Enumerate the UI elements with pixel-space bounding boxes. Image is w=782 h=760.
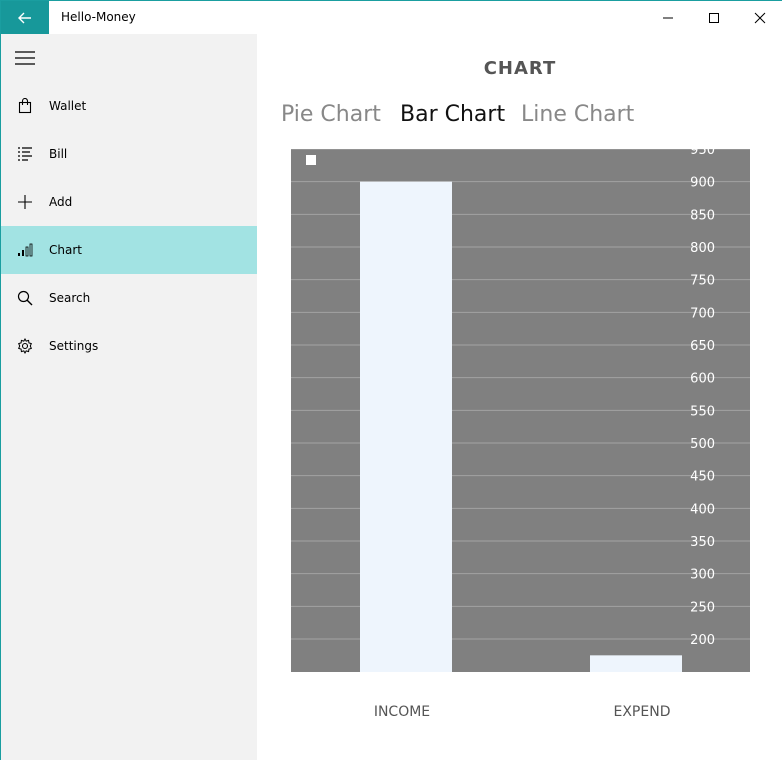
sidebar-item-label: Wallet xyxy=(49,99,87,113)
sidebar-item-settings[interactable]: Settings xyxy=(1,322,257,370)
app-window: Hello-Money Wallet Bill Add Chart Search… xyxy=(0,0,782,760)
hamburger-icon xyxy=(15,51,35,65)
y-tick-label: 500 xyxy=(690,437,715,452)
sidebar-item-chart[interactable]: Chart xyxy=(1,226,257,274)
y-tick-label: 700 xyxy=(690,306,715,321)
plus-icon xyxy=(1,178,49,226)
y-tick-label: 250 xyxy=(690,600,715,615)
back-button[interactable] xyxy=(1,1,49,34)
bar-chart-plot: 950 900 850 800 750 700 650 600 550 500 450 400 350 3… xyxy=(291,149,750,672)
app-title: Hello-Money xyxy=(61,10,136,24)
tab-line-chart[interactable]: Line Chart xyxy=(521,102,634,127)
sidebar-item-label: Settings xyxy=(49,339,99,353)
y-tick-label: 900 xyxy=(690,176,715,191)
close-button[interactable] xyxy=(737,1,782,34)
y-tick-label: 400 xyxy=(690,502,715,517)
sidebar-item-search[interactable]: Search xyxy=(1,274,257,322)
y-tick-label: 450 xyxy=(690,470,715,485)
y-tick-label: 800 xyxy=(690,241,715,256)
legend-swatch xyxy=(306,155,316,165)
sidebar-item-label: Add xyxy=(49,195,73,209)
tab-pie-chart[interactable]: Pie Chart xyxy=(281,102,381,127)
close-icon xyxy=(754,12,766,23)
bar xyxy=(360,181,452,672)
main-content: CHART Pie Chart Bar Chart Line Chart 950… xyxy=(257,34,782,760)
x-tick-label: EXPEND xyxy=(613,704,671,720)
list-icon xyxy=(1,130,49,178)
bar-chart: 950 900 850 800 750 700 650 600 550 500 450 400 350 3… xyxy=(291,149,750,672)
y-tick-label: 200 xyxy=(690,633,715,648)
signal-bars-icon xyxy=(1,226,49,274)
sidebar-item-add[interactable]: Add xyxy=(1,178,257,226)
sidebar-item-label: Chart xyxy=(49,243,82,257)
gear-icon xyxy=(1,322,49,370)
search-icon xyxy=(1,274,49,322)
sidebar-item-label: Search xyxy=(49,291,91,305)
y-tick-label: 850 xyxy=(690,208,715,223)
maximize-icon xyxy=(709,12,719,23)
title-bar: Hello-Money xyxy=(1,1,782,34)
y-tick-label: 750 xyxy=(690,274,715,289)
sidebar: Wallet Bill Add Chart Search Settings xyxy=(1,34,257,760)
hamburger-button[interactable] xyxy=(1,34,49,82)
y-tick-label: 300 xyxy=(690,568,715,583)
minimize-icon xyxy=(663,17,673,18)
y-tick-label: 350 xyxy=(690,535,715,550)
y-tick-label: 600 xyxy=(690,372,715,387)
y-tick-label: 550 xyxy=(690,404,715,419)
minimize-button[interactable] xyxy=(645,1,691,34)
back-arrow-icon xyxy=(18,12,31,23)
sidebar-item-label: Bill xyxy=(49,147,68,161)
sidebar-item-bill[interactable]: Bill xyxy=(1,130,257,178)
maximize-button[interactable] xyxy=(691,1,737,34)
y-tick-label: 950 xyxy=(690,149,715,158)
tab-bar-chart[interactable]: Bar Chart xyxy=(400,102,505,127)
bag-icon xyxy=(1,82,49,130)
y-tick-label: 650 xyxy=(690,339,715,354)
page-title: CHART xyxy=(483,58,557,79)
sidebar-item-wallet[interactable]: Wallet xyxy=(1,82,257,130)
bar xyxy=(590,655,682,672)
x-tick-label: INCOME xyxy=(373,704,431,720)
